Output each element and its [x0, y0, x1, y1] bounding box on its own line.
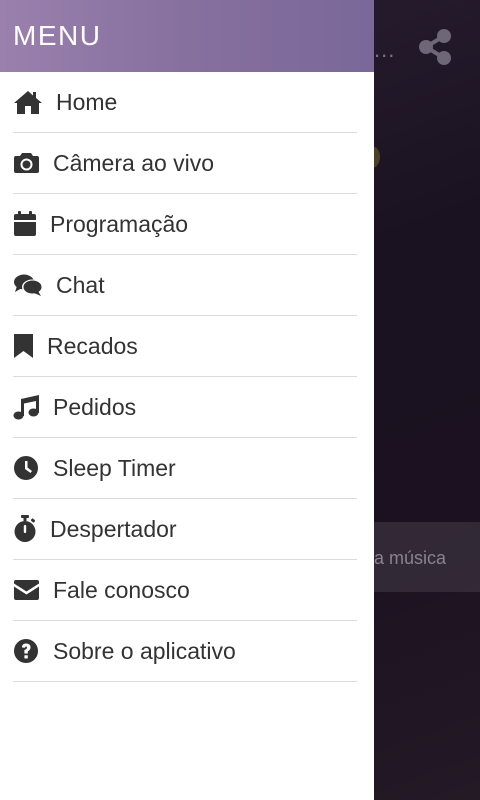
- navigation-drawer: MENU Home Câmera ao vivo Programação Cha…: [0, 0, 374, 800]
- menu-item-label: Fale conosco: [53, 576, 190, 603]
- share-icon[interactable]: [416, 28, 454, 66]
- menu-item-alarm[interactable]: Despertador: [13, 499, 357, 560]
- menu-item-contact[interactable]: Fale conosco: [13, 560, 357, 621]
- home-icon: [13, 89, 43, 115]
- music-note-icon: [13, 394, 40, 420]
- app-screen: ... a música MENU Home Câmera ao vivo Pr…: [0, 0, 480, 800]
- background-player-text: a música: [374, 548, 447, 568]
- calendar-icon: [13, 211, 37, 237]
- menu-item-schedule[interactable]: Programação: [13, 194, 357, 255]
- menu-item-chat[interactable]: Chat: [13, 255, 357, 316]
- menu-item-label: Despertador: [50, 515, 177, 542]
- menu-item-label: Recados: [47, 332, 138, 359]
- menu-item-label: Sobre o aplicativo: [53, 637, 236, 664]
- menu-item-label: Home: [56, 88, 118, 115]
- drawer-header: MENU: [0, 0, 374, 72]
- background-overflow-dots: ...: [374, 37, 396, 62]
- menu-item-about[interactable]: Sobre o aplicativo: [13, 621, 357, 682]
- envelope-icon: [13, 579, 40, 601]
- menu-item-label: Câmera ao vivo: [53, 149, 215, 176]
- menu-item-requests[interactable]: Pedidos: [13, 377, 357, 438]
- drawer-title: MENU: [13, 20, 102, 51]
- menu-item-label: Pedidos: [53, 393, 137, 420]
- menu-item-label: Sleep Timer: [53, 454, 176, 481]
- menu-item-label: Chat: [56, 271, 105, 298]
- menu-item-label: Programação: [50, 210, 189, 237]
- camera-icon: [13, 151, 40, 175]
- chat-bubbles-icon: [13, 273, 43, 297]
- menu-item-sleep-timer[interactable]: Sleep Timer: [13, 438, 357, 499]
- clock-icon: [13, 455, 40, 481]
- menu-item-home[interactable]: Home: [13, 72, 357, 133]
- bookmark-icon: [13, 333, 34, 359]
- menu-item-camera[interactable]: Câmera ao vivo: [13, 133, 357, 194]
- menu-item-messages[interactable]: Recados: [13, 316, 357, 377]
- menu-list: Home Câmera ao vivo Programação Chat Rec…: [0, 72, 374, 682]
- question-circle-icon: [13, 638, 40, 664]
- stopwatch-icon: [13, 515, 37, 543]
